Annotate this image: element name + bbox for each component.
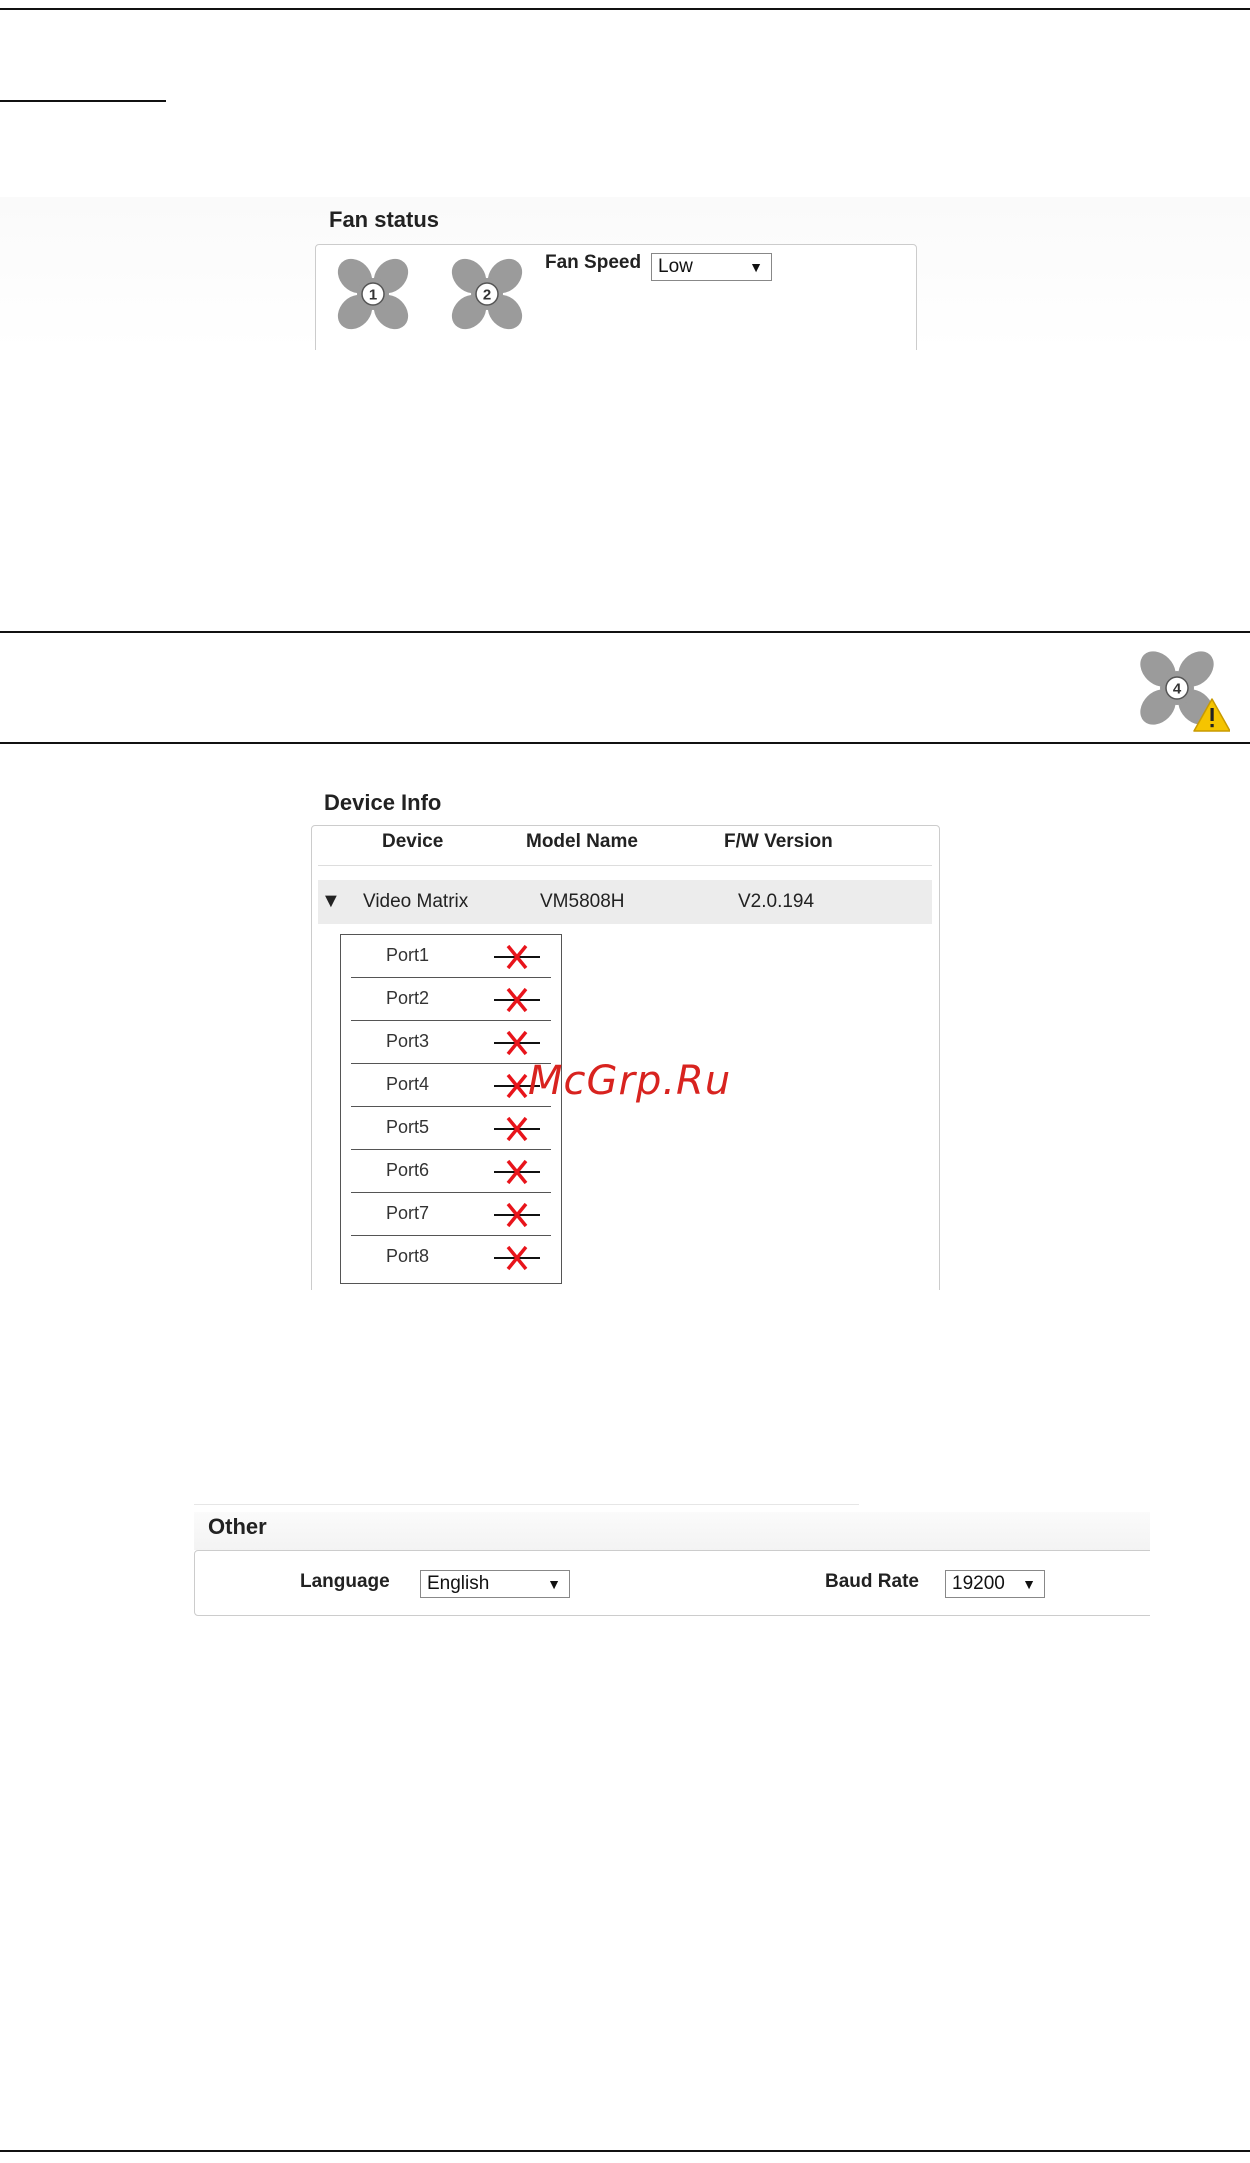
device-info-title: Device Info bbox=[324, 790, 442, 815]
port-label: Port2 bbox=[386, 988, 430, 1008]
bottom-rule bbox=[0, 2150, 1250, 2152]
section-rule bbox=[0, 742, 1250, 744]
port-label: Port1 bbox=[386, 945, 430, 965]
triangle-down-icon[interactable]: ▼ bbox=[321, 890, 341, 913]
fan-speed-value: Low bbox=[658, 256, 693, 277]
fan-speed-select[interactable]: Low ▼ bbox=[651, 253, 772, 281]
language-label: Language bbox=[300, 1571, 390, 1592]
baud-rate-label: Baud Rate bbox=[825, 1571, 919, 1592]
device-name: Video Matrix bbox=[363, 891, 469, 912]
port-label: Port8 bbox=[386, 1246, 430, 1266]
fan-warning-icon: 4 bbox=[1130, 645, 1231, 740]
port-row: Port6 bbox=[351, 1150, 551, 1193]
disconnected-icon bbox=[494, 1245, 540, 1271]
dropdown-arrow-icon: ▼ bbox=[547, 1576, 561, 1592]
watermark: McGrp.Ru bbox=[528, 1058, 732, 1104]
port-row: Port4 bbox=[351, 1064, 551, 1107]
port-label: Port3 bbox=[386, 1031, 430, 1051]
disconnected-icon bbox=[494, 1159, 540, 1185]
fan-status-screenshot: Fan status 1 2 Fan Speed Low ▼ bbox=[0, 197, 1250, 350]
port-list: Port1 Port2 Port3 Port4 Port5 Port6 Port… bbox=[340, 934, 562, 1284]
other-screenshot: Other Language English ▼ Baud Rate 19200… bbox=[194, 1500, 1150, 1620]
dropdown-arrow-icon: ▼ bbox=[1022, 1576, 1036, 1592]
disconnected-icon bbox=[494, 1030, 540, 1056]
other-title: Other bbox=[208, 1514, 267, 1539]
heading-underline bbox=[0, 100, 166, 102]
column-header-device: Device bbox=[382, 831, 444, 852]
fan-number: 1 bbox=[369, 287, 377, 304]
fan-status-title: Fan status bbox=[329, 207, 440, 232]
column-header-model: Model Name bbox=[526, 831, 638, 852]
port-row: Port8 bbox=[351, 1236, 551, 1279]
fan-speed-label: Fan Speed bbox=[545, 252, 642, 273]
language-value: English bbox=[427, 1573, 490, 1594]
device-info-screenshot: Device Info Device Model Name F/W Versio… bbox=[240, 790, 1010, 1290]
port-label: Port6 bbox=[386, 1160, 430, 1180]
section-rule bbox=[0, 631, 1250, 633]
port-row: Port2 bbox=[351, 978, 551, 1021]
port-label: Port4 bbox=[386, 1074, 430, 1094]
baud-rate-value: 19200 bbox=[952, 1573, 1005, 1594]
disconnected-icon bbox=[494, 944, 540, 970]
disconnected-icon bbox=[494, 1116, 540, 1142]
port-label: Port5 bbox=[386, 1117, 430, 1137]
baud-rate-select[interactable]: 19200 ▼ bbox=[945, 1570, 1045, 1598]
port-row: Port1 bbox=[351, 935, 551, 978]
fan-icon: 2 bbox=[447, 254, 527, 334]
dropdown-arrow-icon: ▼ bbox=[749, 259, 763, 275]
device-model: VM5808H bbox=[540, 891, 625, 912]
port-row: Port3 bbox=[351, 1021, 551, 1064]
disconnected-icon bbox=[494, 987, 540, 1013]
fan-number: 4 bbox=[1173, 681, 1182, 698]
fan-number: 2 bbox=[483, 287, 491, 304]
port-row: Port7 bbox=[351, 1193, 551, 1236]
header-divider bbox=[318, 865, 932, 866]
port-row: Port5 bbox=[351, 1107, 551, 1150]
device-firmware: V2.0.194 bbox=[738, 891, 815, 912]
other-top-line bbox=[194, 1504, 859, 1505]
fan-icon: 1 bbox=[333, 254, 413, 334]
device-row[interactable]: ▼ Video Matrix VM5808H V2.0.194 bbox=[318, 880, 932, 924]
language-select[interactable]: English ▼ bbox=[420, 1570, 570, 1598]
top-rule bbox=[0, 8, 1250, 10]
port-label: Port7 bbox=[386, 1203, 430, 1223]
column-header-firmware: F/W Version bbox=[724, 831, 833, 852]
disconnected-icon bbox=[494, 1202, 540, 1228]
other-header-band bbox=[194, 1512, 1150, 1550]
